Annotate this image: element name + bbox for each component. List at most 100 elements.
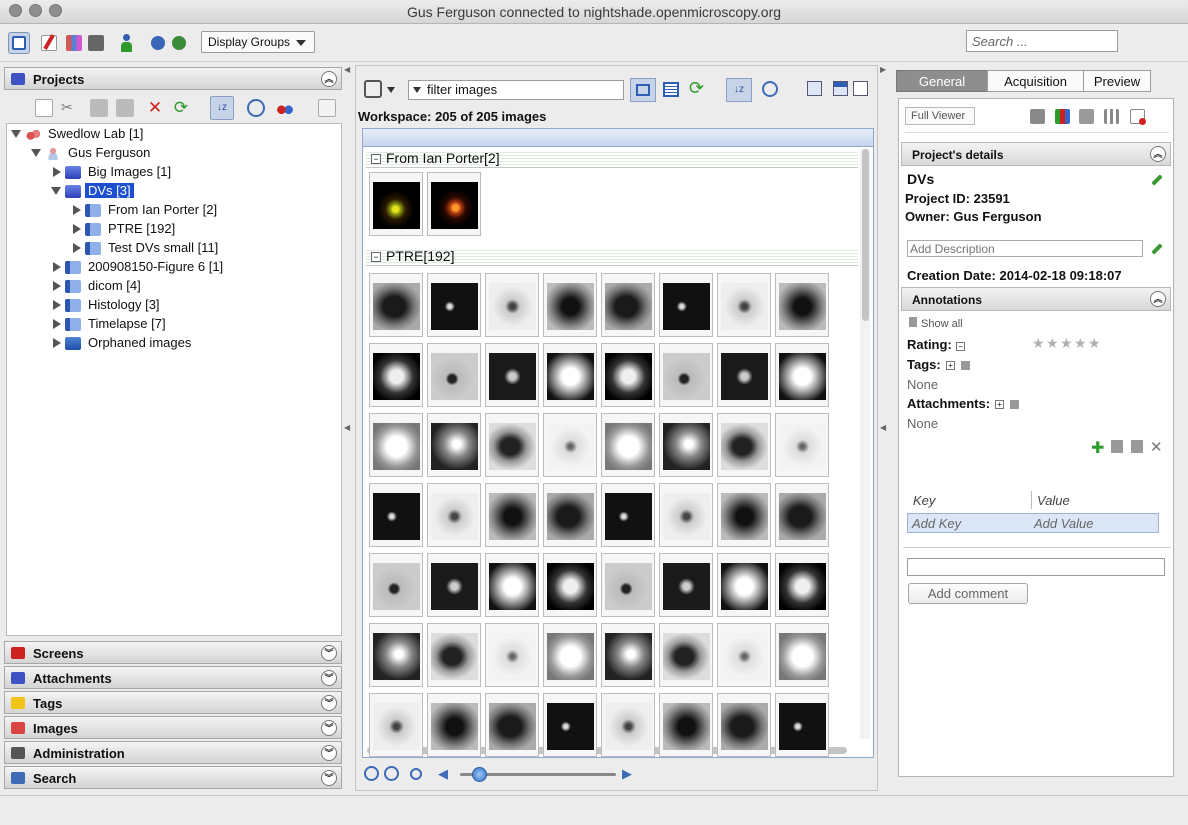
- tab-preview[interactable]: Preview: [1083, 70, 1151, 92]
- image-thumbnail[interactable]: [427, 693, 481, 757]
- image-thumbnail[interactable]: [427, 172, 481, 236]
- add-tag-icon[interactable]: +: [946, 361, 955, 370]
- collapsed-arrow-icon[interactable]: [53, 167, 61, 177]
- collapse-icon[interactable]: ︽: [1150, 291, 1166, 307]
- image-thumbnail[interactable]: [485, 343, 539, 407]
- collapse-icon[interactable]: ︽: [321, 71, 337, 87]
- expanded-arrow-icon[interactable]: [51, 187, 61, 195]
- group-header-ptre[interactable]: − PTRE[192]: [366, 248, 858, 266]
- image-thumbnail[interactable]: [659, 413, 713, 477]
- star-icon[interactable]: ★: [1060, 335, 1073, 352]
- collapse-all-icon[interactable]: [318, 99, 336, 117]
- image-thumbnail[interactable]: [717, 273, 771, 337]
- collapsed-arrow-icon[interactable]: [53, 262, 61, 272]
- star-icon[interactable]: ★: [1088, 335, 1101, 352]
- collapsed-arrow-icon[interactable]: [73, 224, 81, 234]
- left-splitter[interactable]: ◀ ◀: [343, 65, 351, 791]
- new-container-icon[interactable]: [35, 99, 53, 117]
- thumbnail-view-button[interactable]: [630, 78, 656, 102]
- search-input[interactable]: [966, 30, 1118, 52]
- image-thumbnail[interactable]: [485, 623, 539, 687]
- star-icon[interactable]: ★: [1046, 335, 1059, 352]
- paste-icon[interactable]: [1131, 440, 1143, 453]
- magnify-view-icon[interactable]: [807, 81, 822, 96]
- collapse-right-icon[interactable]: ▶: [880, 65, 886, 74]
- image-thumbnail[interactable]: [369, 483, 423, 547]
- section-screens[interactable]: Screens ︾: [4, 641, 342, 664]
- collapsed-arrow-icon[interactable]: [53, 281, 61, 291]
- paste-icon[interactable]: [116, 99, 134, 117]
- zoom-in-icon[interactable]: [384, 766, 399, 781]
- zoom-out-icon[interactable]: [364, 766, 379, 781]
- image-thumbnail[interactable]: [369, 343, 423, 407]
- zoom-slider-knob[interactable]: [472, 767, 487, 782]
- display-groups-dropdown[interactable]: Display Groups: [201, 31, 315, 53]
- open-with-icon[interactable]: [1030, 109, 1045, 124]
- download-icon[interactable]: [1130, 109, 1146, 125]
- cut-icon[interactable]: ✂: [61, 99, 79, 117]
- star-icon[interactable]: ★: [1032, 335, 1045, 352]
- image-thumbnail[interactable]: [427, 273, 481, 337]
- collapse-right-icon[interactable]: ◀: [880, 423, 886, 432]
- image-thumbnail[interactable]: [659, 553, 713, 617]
- image-thumbnail[interactable]: [543, 483, 597, 547]
- refresh-icon[interactable]: ⟳: [172, 99, 190, 117]
- script-editor-icon[interactable]: [38, 32, 60, 54]
- collapse-icon[interactable]: ︽: [1150, 146, 1166, 162]
- image-thumbnail[interactable]: [775, 273, 829, 337]
- expand-icon[interactable]: ︾: [321, 695, 337, 711]
- attachment-options-icon[interactable]: [1010, 400, 1019, 409]
- image-thumbnail[interactable]: [601, 483, 655, 547]
- export-icon[interactable]: [169, 32, 191, 54]
- delete-icon[interactable]: ✕: [1150, 438, 1163, 456]
- project-details-header[interactable]: Project's details ︽: [901, 142, 1171, 166]
- folder-icon[interactable]: [1079, 109, 1094, 124]
- image-thumbnail[interactable]: [659, 693, 713, 757]
- image-thumbnail[interactable]: [427, 343, 481, 407]
- user-switch-icon[interactable]: [116, 32, 138, 54]
- add-value-field[interactable]: Add Value: [1034, 516, 1094, 531]
- collapsed-arrow-icon[interactable]: [53, 300, 61, 310]
- image-thumbnail[interactable]: [659, 483, 713, 547]
- image-thumbnail[interactable]: [369, 623, 423, 687]
- add-key-field[interactable]: Add Key: [912, 516, 961, 531]
- star-icon[interactable]: ★: [1074, 335, 1087, 352]
- image-thumbnail[interactable]: [485, 273, 539, 337]
- sort-az-icon[interactable]: ↓z: [210, 96, 234, 120]
- section-administration[interactable]: Administration ︾: [4, 741, 342, 764]
- timer-icon[interactable]: [762, 81, 778, 97]
- chevron-down-icon[interactable]: [387, 87, 395, 93]
- image-thumbnail[interactable]: [659, 343, 713, 407]
- image-thumbnail[interactable]: [485, 483, 539, 547]
- zoom-fit-icon[interactable]: [410, 768, 422, 780]
- image-thumbnail[interactable]: [775, 343, 829, 407]
- image-thumbnail[interactable]: [543, 413, 597, 477]
- collapse-group-icon[interactable]: −: [371, 252, 381, 262]
- section-search[interactable]: Search ︾: [4, 766, 342, 789]
- image-grid-icon[interactable]: [63, 32, 85, 54]
- collapsed-arrow-icon[interactable]: [53, 338, 61, 348]
- image-thumbnail[interactable]: [543, 693, 597, 757]
- image-thumbnail[interactable]: [369, 172, 423, 236]
- expand-icon[interactable]: ︾: [321, 745, 337, 761]
- section-tags[interactable]: Tags ︾: [4, 691, 342, 714]
- image-thumbnail[interactable]: [369, 413, 423, 477]
- edit-view-icon[interactable]: [853, 81, 868, 96]
- expand-icon[interactable]: ︾: [321, 720, 337, 736]
- image-thumbnail[interactable]: [369, 273, 423, 337]
- edit-name-icon[interactable]: [1151, 174, 1163, 186]
- slider-right-arrow-icon[interactable]: ▶: [622, 766, 632, 782]
- image-thumbnail[interactable]: [717, 623, 771, 687]
- sort-az-icon[interactable]: ↓z: [726, 78, 752, 102]
- expand-icon[interactable]: ︾: [321, 770, 337, 786]
- edit-description-icon[interactable]: [1151, 243, 1163, 255]
- right-splitter[interactable]: ▶ ◀: [879, 65, 887, 791]
- image-thumbnail[interactable]: [717, 483, 771, 547]
- expand-icon[interactable]: ︾: [321, 670, 337, 686]
- image-thumbnail[interactable]: [543, 273, 597, 337]
- image-thumbnail[interactable]: [485, 693, 539, 757]
- image-thumbnail[interactable]: [369, 693, 423, 757]
- image-thumbnail[interactable]: [427, 413, 481, 477]
- collapse-rating-icon[interactable]: −: [956, 342, 965, 351]
- image-thumbnail[interactable]: [427, 623, 481, 687]
